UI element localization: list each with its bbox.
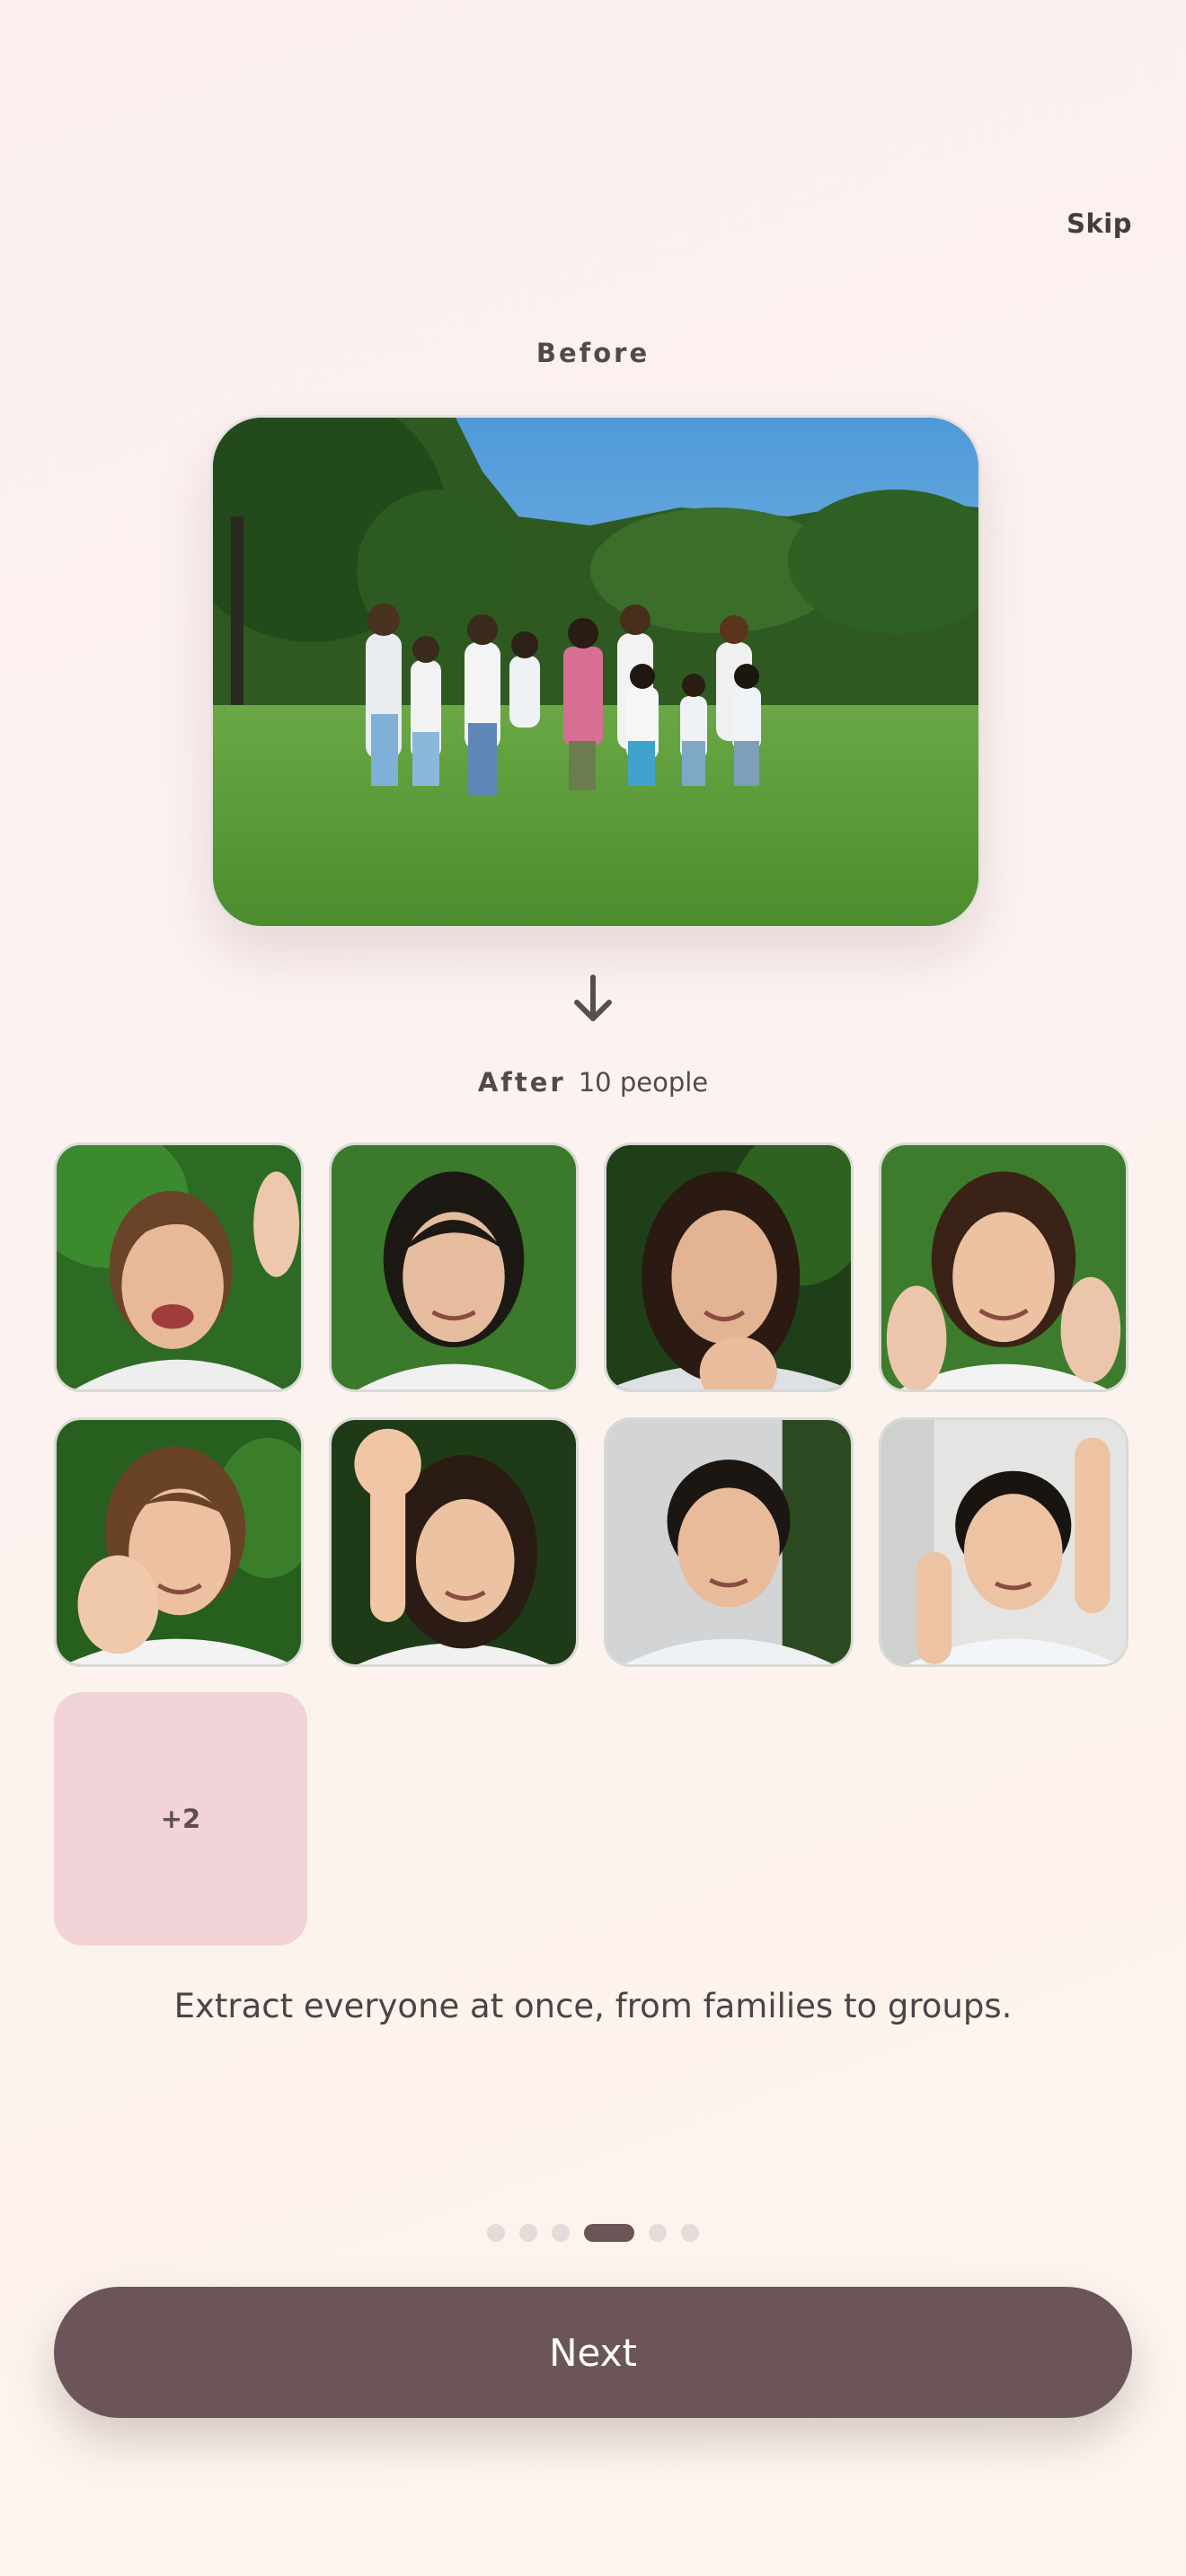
arrow-down-icon (574, 975, 612, 1021)
page-dot (487, 2224, 505, 2242)
caption: Extract everyone at once, from families … (173, 1987, 1013, 2025)
before-label: Before (535, 338, 651, 368)
face-thumbnail[interactable] (879, 1417, 1128, 1667)
more-faces-tile[interactable]: +2 (54, 1692, 307, 1945)
page-dot (519, 2224, 537, 2242)
page-dot (649, 2224, 667, 2242)
face-thumbnail[interactable] (329, 1417, 579, 1667)
face-thumbnail[interactable] (54, 1142, 304, 1392)
people-count: 10 people (578, 1067, 709, 1098)
face-thumbnail[interactable] (604, 1417, 854, 1667)
face-thumbnail[interactable] (879, 1142, 1128, 1392)
page-dot (552, 2224, 570, 2242)
before-photo (210, 415, 981, 929)
next-button[interactable]: Next (54, 2287, 1132, 2418)
after-heading: After 10 people (0, 1067, 1186, 1098)
page-dot-active (584, 2224, 634, 2242)
page-indicator (0, 2224, 1186, 2242)
face-thumbnail[interactable] (329, 1142, 579, 1392)
face-thumbnail[interactable] (54, 1417, 304, 1667)
after-label: After (477, 1067, 566, 1098)
skip-button[interactable]: Skip (1067, 208, 1132, 239)
face-thumbnail[interactable] (604, 1142, 854, 1392)
page-dot (681, 2224, 699, 2242)
